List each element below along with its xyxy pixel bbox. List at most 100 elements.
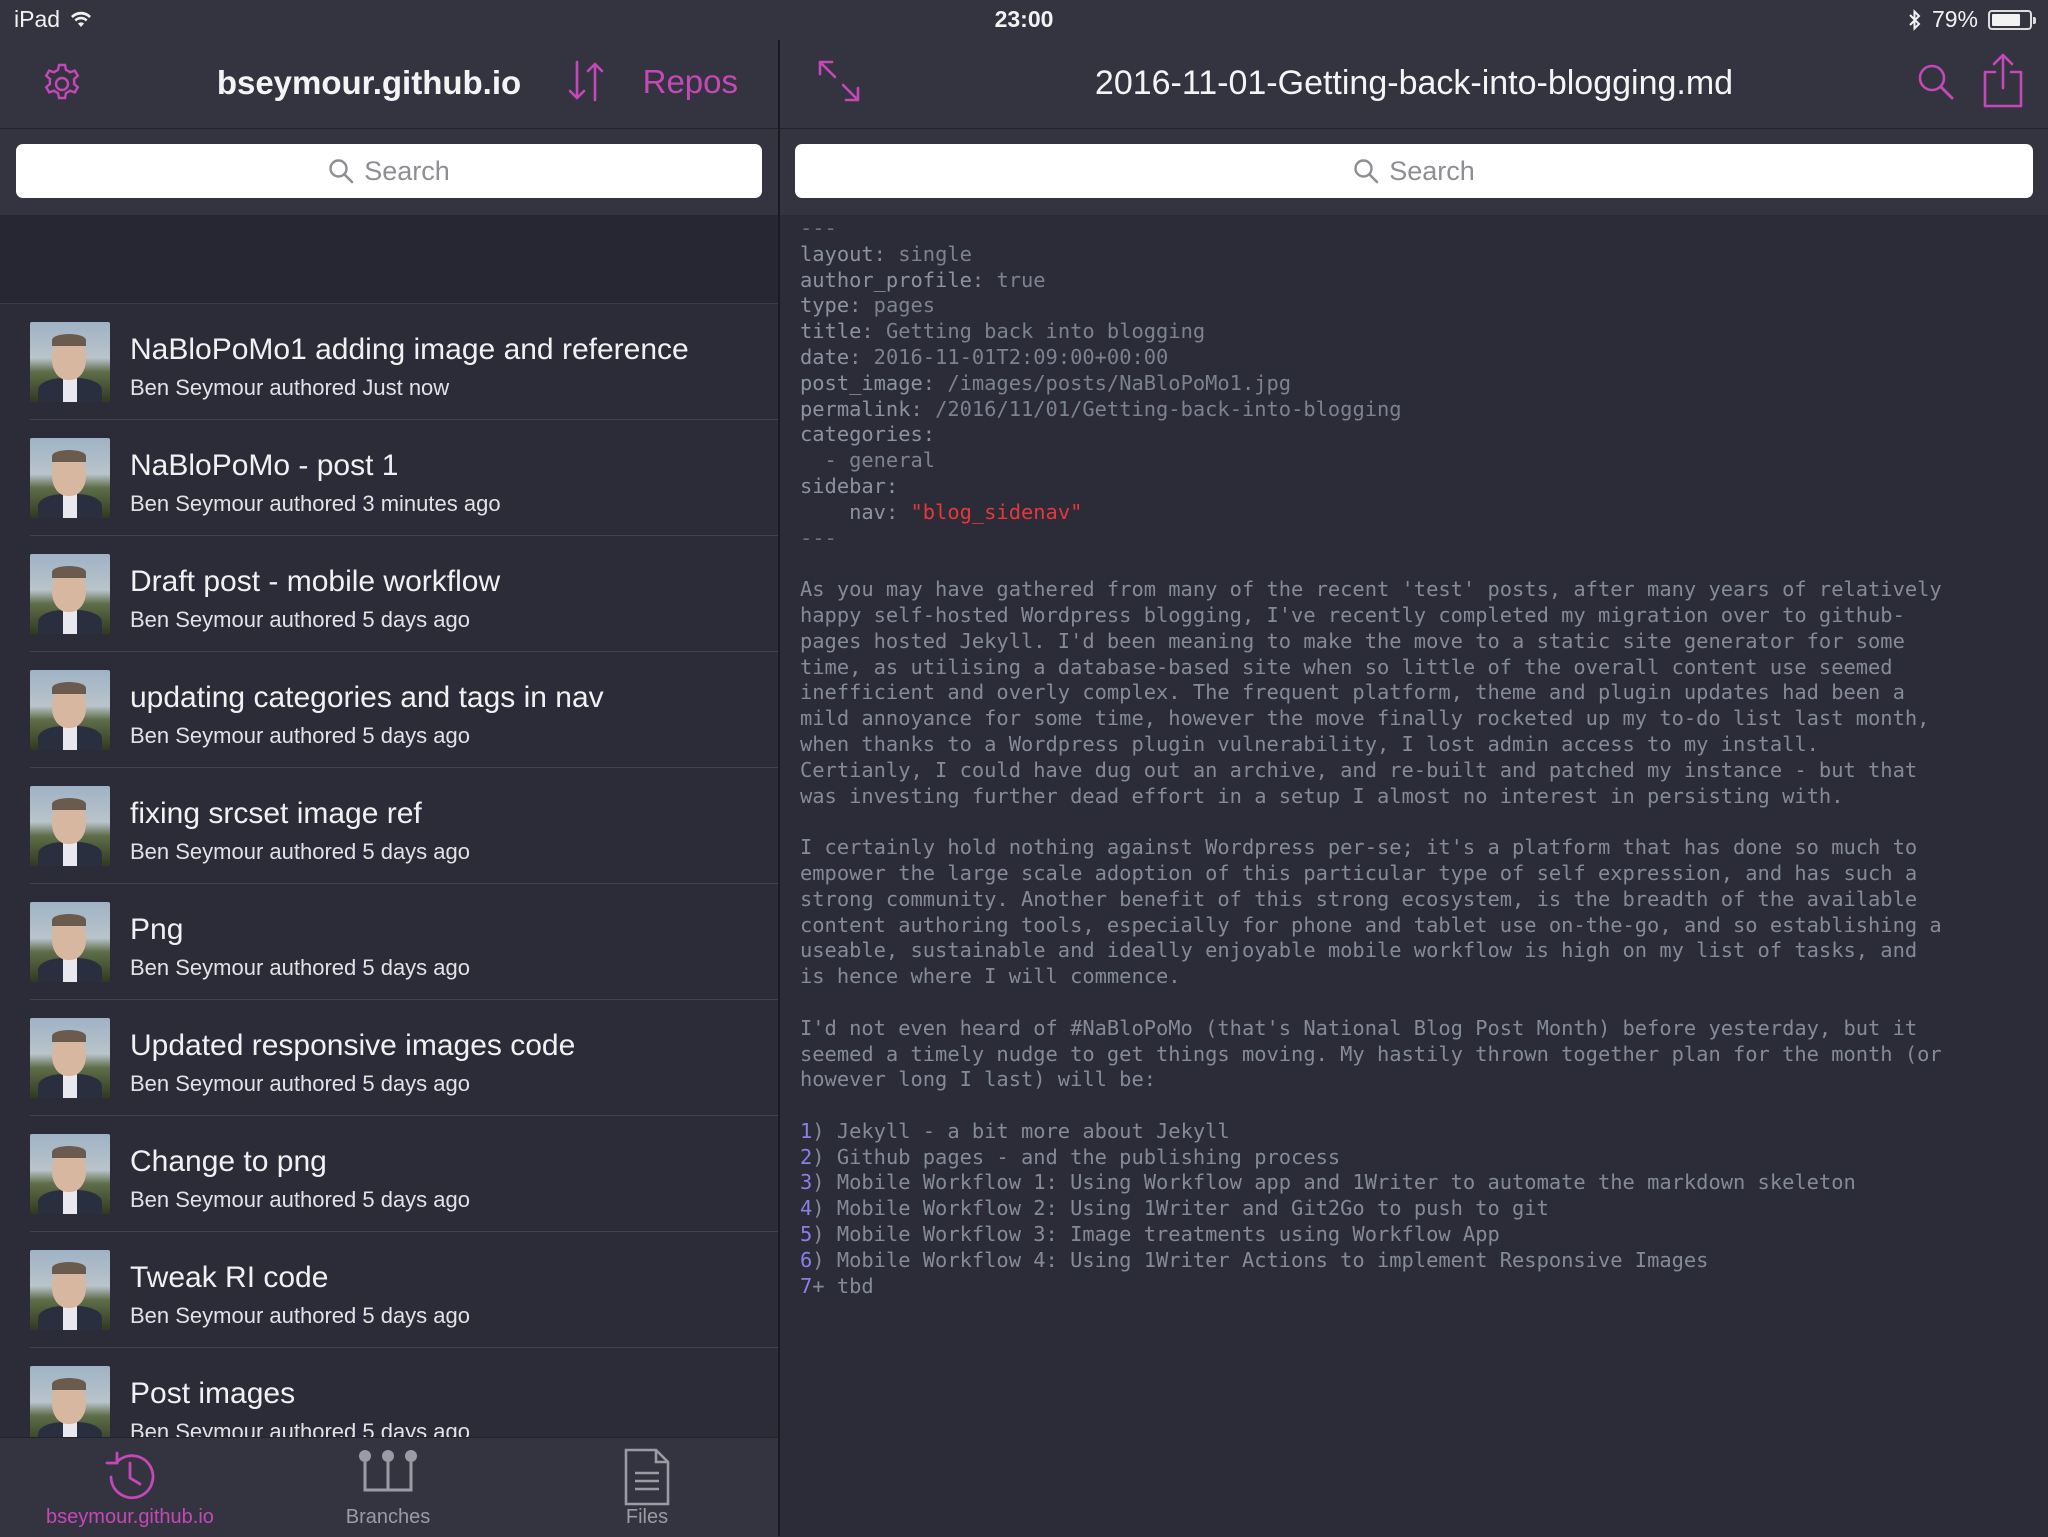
paragraph-line: happy self-hosted Wordpress blogging, I'… [800,602,1905,627]
editor-line: permalink: /2016/11/01/Getting-back-into… [800,396,1402,421]
commit-message: Updated responsive images code [130,1029,576,1062]
list-item-text: ) Mobile Workflow 4: Using 1Writer Actio… [812,1247,1709,1272]
tab-files[interactable]: Files [527,1438,767,1537]
editor-text: --- [800,216,837,240]
list-item-text: + tbd [812,1273,874,1298]
front-matter-key: layout [800,241,874,266]
editor-line: author_profile: true [800,267,1046,292]
commit-message: updating categories and tags in nav [130,681,604,714]
front-matter-key: date [800,344,850,369]
commit-row[interactable]: NaBloPoMo - post 1 Ben Seymour authored 3… [30,420,778,536]
repos-button[interactable]: Repos [643,63,738,101]
editor-line: 2) Github pages - and the publishing pro… [800,1145,2040,1171]
avatar [30,670,110,750]
tab-branches[interactable]: Branches [268,1438,508,1537]
paragraph-line: content authoring tools, especially for … [800,912,1942,937]
bluetooth-icon [1909,8,1921,31]
commit-list: NaBloPoMo1 adding image and reference Ben… [0,304,778,1437]
editor-line: --- [800,526,2040,552]
tab-branches-label: Branches [345,1506,431,1528]
markdown-editor[interactable]: --- layout: single author_profile: true typ… [800,216,2040,1436]
avatar [30,322,110,402]
front-matter-key: post_image [800,370,923,395]
commit-row[interactable]: updating categories and tags in nav Ben S… [30,652,778,768]
editor-line: seemed a timely nudge to get things movi… [800,1042,2040,1068]
list-number: 3 [800,1170,813,1195]
commit-row[interactable]: Tweak RI code Ben Seymour authored 5 days… [30,1232,778,1348]
paragraph-line: seemed a timely nudge to get things movi… [800,1041,1942,1066]
front-matter-value: /images/posts/NaBloPoMo1.jpg [947,370,1292,395]
commit-row[interactable]: Change to png Ben Seymour authored 5 days… [30,1116,778,1232]
paragraph-line: strong community. Another benefit of thi… [800,886,1918,911]
commit-row[interactable]: Updated responsive images code Ben Seymou… [30,1000,778,1116]
paragraph-line: however long I last) will be: [800,1067,1157,1092]
editor-line: when thanks to a Wordpress plugin vulner… [800,732,2040,758]
share-icon[interactable] [1980,52,2026,110]
editor-line: title: Getting back into blogging [800,319,1206,344]
commit-meta: Ben Seymour authored 5 days ago [130,839,471,864]
list-item-text: ) Jekyll - a bit more about Jekyll [812,1118,1230,1143]
front-matter-key: permalink [800,396,911,421]
commit-row[interactable]: Png Ben Seymour authored 5 days ago [30,884,778,1000]
editor-line: categories: [800,422,2040,448]
editor-line: nav: "blog_sidenav" [800,499,1083,524]
list-item-text: ) Mobile Workflow 1: Using Workflow app … [812,1170,1856,1195]
front-matter-key: title [800,319,862,344]
status-time: 23:00 [994,6,1054,32]
front-matter-value: pages [873,293,936,318]
editor-line: Certianly, I could have dug out an archi… [800,758,2040,784]
editor-line: inefficient and overly complex. The freq… [800,680,2040,706]
paragraph-line: was investing further dead effort in a s… [800,783,1844,808]
branches-icon [359,1450,417,1492]
editor-line: however long I last) will be: [800,1067,2040,1093]
commit-meta: Ben Seymour authored 5 days ago [130,1419,471,1437]
editor-line: 7+ tbd [800,1274,2040,1300]
commit-search-input[interactable]: Search [16,144,762,198]
list-number: 1 [800,1118,813,1143]
editor-line: 1) Jekyll - a bit more about Jekyll [800,1119,2040,1145]
commit-meta: Ben Seymour authored 3 minutes ago [130,491,501,516]
paragraph-line: useable, sustainable and ideally enjoyab… [800,938,1918,963]
editor-line: 5) Mobile Workflow 3: Image treatments u… [800,1222,2040,1248]
editor-line: type: pages [800,293,936,318]
commit-row[interactable]: Post images Ben Seymour authored 5 days a… [30,1348,778,1437]
commit-row[interactable]: Draft post - mobile workflow Ben Seymour … [30,536,778,652]
tab-history-label: bseymour.github.io [46,1506,214,1528]
commit-row[interactable]: NaBloPoMo1 adding image and reference Ben… [30,304,778,420]
commit-row[interactable]: fixing srcset image ref Ben Seymour autho… [30,768,778,884]
editor-line: 4) Mobile Workflow 2: Using 1Writer and … [800,1196,2040,1222]
search-icon [1354,159,1379,184]
status-right: 79% [1908,6,2036,33]
editor-line: is hence where I will commence. [800,964,2040,990]
editor-line: date: 2016-11-01T2:09:00+00:00 [800,344,1169,369]
search-icon[interactable] [1914,60,1958,104]
commit-message: Png [130,913,184,946]
paragraph-line: when thanks to a Wordpress plugin vulner… [800,731,1819,756]
avatar [30,438,110,518]
commit-message: NaBloPoMo1 adding image and reference [130,333,689,366]
editor-line: - general [800,448,2040,474]
editor-line: post_image: /images/posts/NaBloPoMo1.jpg [800,370,1292,395]
commit-message: fixing srcset image ref [130,797,422,830]
list-item-text: ) Mobile Workflow 2: Using 1Writer and G… [812,1196,1549,1221]
commit-meta: Ben Seymour authored 5 days ago [130,1303,471,1328]
editor-line: useable, sustainable and ideally enjoyab… [800,938,2040,964]
left-search-container: Search [0,129,778,215]
editor-line: was investing further dead effort in a s… [800,784,2040,810]
sort-arrows-icon[interactable] [566,58,606,104]
editor-line: pages hosted Jekyll. I'd been meaning to… [800,629,2040,655]
commit-meta: Ben Seymour authored 5 days ago [130,723,471,748]
list-number: 5 [800,1222,813,1247]
commit-message: Tweak RI code [130,1261,329,1294]
commit-meta: Ben Seymour authored 5 days ago [130,1071,471,1096]
commit-meta: Ben Seymour authored 5 days ago [130,955,471,980]
file-title: 2016-11-01-Getting-back-into-blogging.md [1094,64,1734,102]
file-search-input[interactable]: Search [795,144,2033,198]
tab-history[interactable]: bseymour.github.io [10,1438,250,1537]
tab-bar: bseymour.github.io Branches Files [0,1437,778,1537]
editor-line: happy self-hosted Wordpress blogging, I'… [800,603,2040,629]
editor-line: --- [800,216,2040,242]
list-item-text: ) Mobile Workflow 3: Image treatments us… [812,1222,1500,1247]
